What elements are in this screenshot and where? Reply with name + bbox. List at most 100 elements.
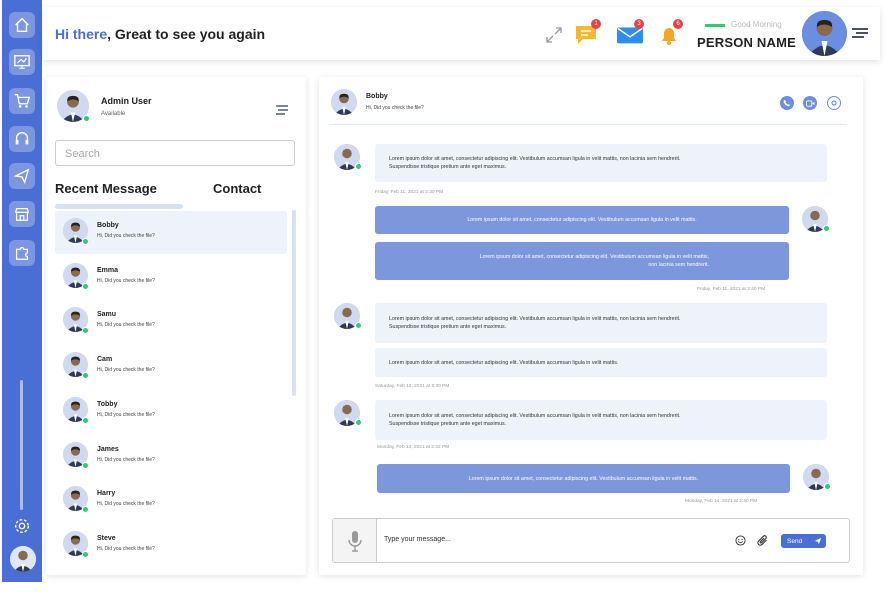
message-text: Lorem ipsum dolor sit amet, consectetur …	[389, 156, 681, 162]
chat-settings-icon[interactable]	[827, 96, 841, 110]
chat-contact-name: Bobby	[366, 93, 388, 100]
message-timestamp: Monday, Feb 14, 2021 at 2:32 PM	[377, 445, 450, 450]
send-icon[interactable]	[9, 163, 35, 189]
online-status-dot	[83, 115, 90, 122]
mail-badge: 3	[634, 19, 644, 29]
contact-list-item[interactable]: Emma Hi, Did you check the file?	[55, 256, 287, 299]
filter-menu-icon[interactable]	[276, 102, 288, 115]
message-text: Lorem ipsum dolor sit amet, consectetur …	[389, 413, 681, 419]
good-morning-text: Good Morning	[731, 20, 782, 29]
message-bubble-outgoing[interactable]: Lorem ipsum dolor sit amet, consectetur …	[375, 242, 789, 280]
contact-list-item[interactable]: Steve Hi, Did you check the file?	[55, 524, 287, 567]
online-status-dot	[82, 327, 89, 335]
send-arrow-icon	[814, 537, 822, 545]
admin-name: Admin User	[101, 96, 152, 106]
message-timestamp: Monday, Feb 14, 2021 at 2:40 PM	[685, 499, 758, 504]
headset-icon[interactable]	[9, 126, 35, 152]
message-bubble-incoming[interactable]: Lorem ipsum dolor sit amet, consectetur …	[375, 348, 827, 377]
contact-name: Harry	[97, 490, 116, 498]
mail-icon[interactable]: 3	[616, 19, 644, 49]
message-text: Suspendisse tristique pretium ante eget …	[389, 421, 507, 427]
top-header: Hi there, Great to see you again 1 3 6 G…	[43, 7, 880, 60]
contact-list: Bobby Hi, Did you check the file? Emma Hi, …	[55, 211, 287, 575]
tab-recent-message[interactable]: Recent Message	[55, 181, 157, 196]
chat-header-divider	[329, 124, 847, 125]
app-root: Hi there, Great to see you again 1 3 6 G…	[0, 0, 889, 595]
message-bubble-outgoing[interactable]: Lorem ipsum dolor sit amet, consectetur …	[375, 206, 789, 234]
message-text: Lorem ipsum dolor sit amet, consectetur …	[468, 475, 699, 482]
message-bubble-incoming[interactable]: Lorem ipsum dolor sit amet, consectetur …	[375, 400, 827, 440]
monitor-icon[interactable]	[9, 49, 35, 75]
settings-icon[interactable]	[9, 513, 35, 539]
message-text: Lorem ipsum dolor sit amet, consectetur …	[467, 217, 697, 223]
contact-last-message: Hi, Did you check the file?	[97, 277, 155, 284]
profile-avatar[interactable]	[802, 11, 847, 56]
message-text: Suspendisse tristique pretium ante eget …	[389, 164, 507, 170]
puzzle-icon[interactable]	[9, 240, 35, 266]
contact-list-item[interactable]: Cam Hi, Did you check the file?	[55, 345, 287, 388]
chat-contact-avatar[interactable]	[331, 89, 357, 115]
tab-contact[interactable]: Contact	[213, 181, 261, 196]
contact-list-item[interactable]: Samu Hi, Did you check the file?	[55, 300, 287, 343]
message-bubble-incoming[interactable]: Lorem ipsum dolor sit amet, consectetur …	[375, 144, 827, 182]
home-icon[interactable]	[9, 12, 35, 38]
contact-name: Steve	[97, 534, 116, 542]
cart-icon[interactable]	[9, 88, 35, 114]
contact-list-item[interactable]: Harry Hi, Did you check the file?	[55, 479, 287, 522]
message-text: Lorem ipsum dolor sit amet, consectetur …	[389, 359, 619, 366]
attachment-icon[interactable]	[756, 534, 769, 547]
active-tab-indicator	[55, 204, 183, 209]
header-menu-icon[interactable]	[851, 26, 869, 40]
send-button-label: Send	[787, 537, 803, 545]
message-timestamp: Friday, Feb 11, 2021 at 2:30 PM	[375, 190, 444, 195]
chat-icon[interactable]: 1	[573, 19, 601, 49]
contact-name: Tobby	[97, 400, 118, 408]
contact-list-item[interactable]: Bobby Hi, Did you check the file?	[55, 211, 287, 254]
video-call-icon[interactable]	[803, 96, 817, 110]
chat-badge: 1	[591, 19, 601, 29]
contacts-panel: Admin User Available Search Recent Messa…	[46, 77, 306, 575]
contact-name: Cam	[97, 356, 113, 364]
message-timestamp: Friday, Feb 11, 2021 at 2:40 PM	[697, 287, 766, 292]
emoji-icon[interactable]	[734, 534, 747, 547]
send-button[interactable]: Send	[781, 534, 826, 548]
online-status-dot	[82, 506, 89, 514]
online-status-dot	[823, 225, 830, 232]
online-status-dot	[82, 416, 89, 424]
message-text: non lacinia sem hendrerit.	[648, 262, 709, 268]
message-input[interactable]: Type your message...	[384, 536, 451, 543]
store-icon[interactable]	[9, 201, 35, 227]
message-text: Lorem ipsum dolor sit amet, consectetur …	[479, 254, 709, 260]
contact-list-scrollbar[interactable]	[292, 210, 296, 396]
user-avatar[interactable]	[10, 546, 36, 572]
contact-list-item[interactable]: James Hi, Did you check the file?	[55, 435, 287, 478]
online-status-dot	[82, 238, 89, 245]
online-status-dot	[355, 419, 362, 426]
online-status-dot	[82, 550, 89, 558]
message-bubble-outgoing[interactable]: Lorem ipsum dolor sit amet, consectetur …	[377, 464, 790, 493]
message-text: Suspendisse tristique pretium ante eget …	[389, 324, 507, 330]
microphone-icon[interactable]	[333, 519, 377, 562]
contact-last-message: Hi, Did you check the file?	[97, 233, 155, 239]
online-status-dot	[82, 461, 89, 469]
fullscreen-icon[interactable]	[540, 21, 568, 49]
online-status-dot	[355, 322, 362, 329]
message-composer: Type your message... Send	[332, 518, 850, 563]
contact-name: Emma	[97, 266, 119, 274]
contact-list-item[interactable]: Tobby Hi, Did you check the file?	[55, 390, 287, 433]
sidebar-rail	[2, 0, 42, 582]
search-input[interactable]: Search	[55, 140, 295, 166]
online-status-dot	[824, 483, 831, 490]
contact-last-message: Hi, Did you check the file?	[97, 456, 155, 463]
greeting: Hi there, Great to see you again	[55, 26, 265, 42]
contact-name: James	[97, 445, 119, 453]
online-status-dot	[355, 163, 362, 170]
contact-last-message: Hi, Did you check the file?	[97, 367, 155, 374]
contact-last-message: Hi, Did you check the file?	[97, 411, 155, 418]
contact-name: Samu	[97, 311, 117, 319]
bell-icon[interactable]: 6	[655, 19, 683, 49]
sidebar-scrollbar[interactable]	[20, 380, 23, 510]
message-bubble-incoming[interactable]: Lorem ipsum dolor sit amet, consectetur …	[375, 303, 827, 343]
greeting-highlight: Hi there	[55, 26, 108, 42]
phone-call-icon[interactable]	[780, 96, 794, 110]
